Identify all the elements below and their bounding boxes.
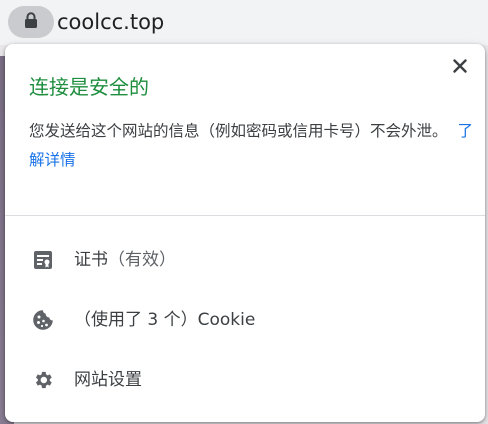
cookies-row[interactable]: （使用了 3 个）Cookie xyxy=(5,294,485,346)
certificate-status: （有效） xyxy=(108,250,176,270)
close-icon xyxy=(453,58,467,77)
cookie-icon xyxy=(31,308,55,332)
lock-icon xyxy=(24,11,38,33)
description-text: 您发送给这个网站的信息（例如密码或信用卡号）不会外泄。 xyxy=(29,122,448,140)
divider xyxy=(5,215,485,216)
cookies-label: （使用了 3 个）Cookie xyxy=(74,310,256,330)
browser-window: coolcc.top 连接是安全的 您发送给这个网站的信息（例如密码或信用卡号）… xyxy=(0,0,488,424)
address-bar[interactable]: coolcc.top xyxy=(0,0,488,45)
url-text[interactable]: coolcc.top xyxy=(57,9,164,35)
certificate-label-text: 证书 xyxy=(74,250,108,270)
page-info-popup: 连接是安全的 您发送给这个网站的信息（例如密码或信用卡号）不会外泄。了解详情 xyxy=(5,44,485,422)
certificate-row[interactable]: 证书（有效） xyxy=(5,234,485,286)
site-info-button[interactable] xyxy=(8,6,54,38)
certificate-label: 证书（有效） xyxy=(74,249,176,271)
certificate-icon xyxy=(31,248,55,272)
connection-secure-title: 连接是安全的 xyxy=(29,75,149,99)
close-button[interactable] xyxy=(449,56,471,78)
security-description: 您发送给这个网站的信息（例如密码或信用卡号）不会外泄。 了解详情 xyxy=(29,117,474,175)
site-settings-row[interactable]: 网站设置 xyxy=(5,354,485,406)
gear-icon xyxy=(31,368,55,392)
site-settings-label: 网站设置 xyxy=(74,370,142,390)
